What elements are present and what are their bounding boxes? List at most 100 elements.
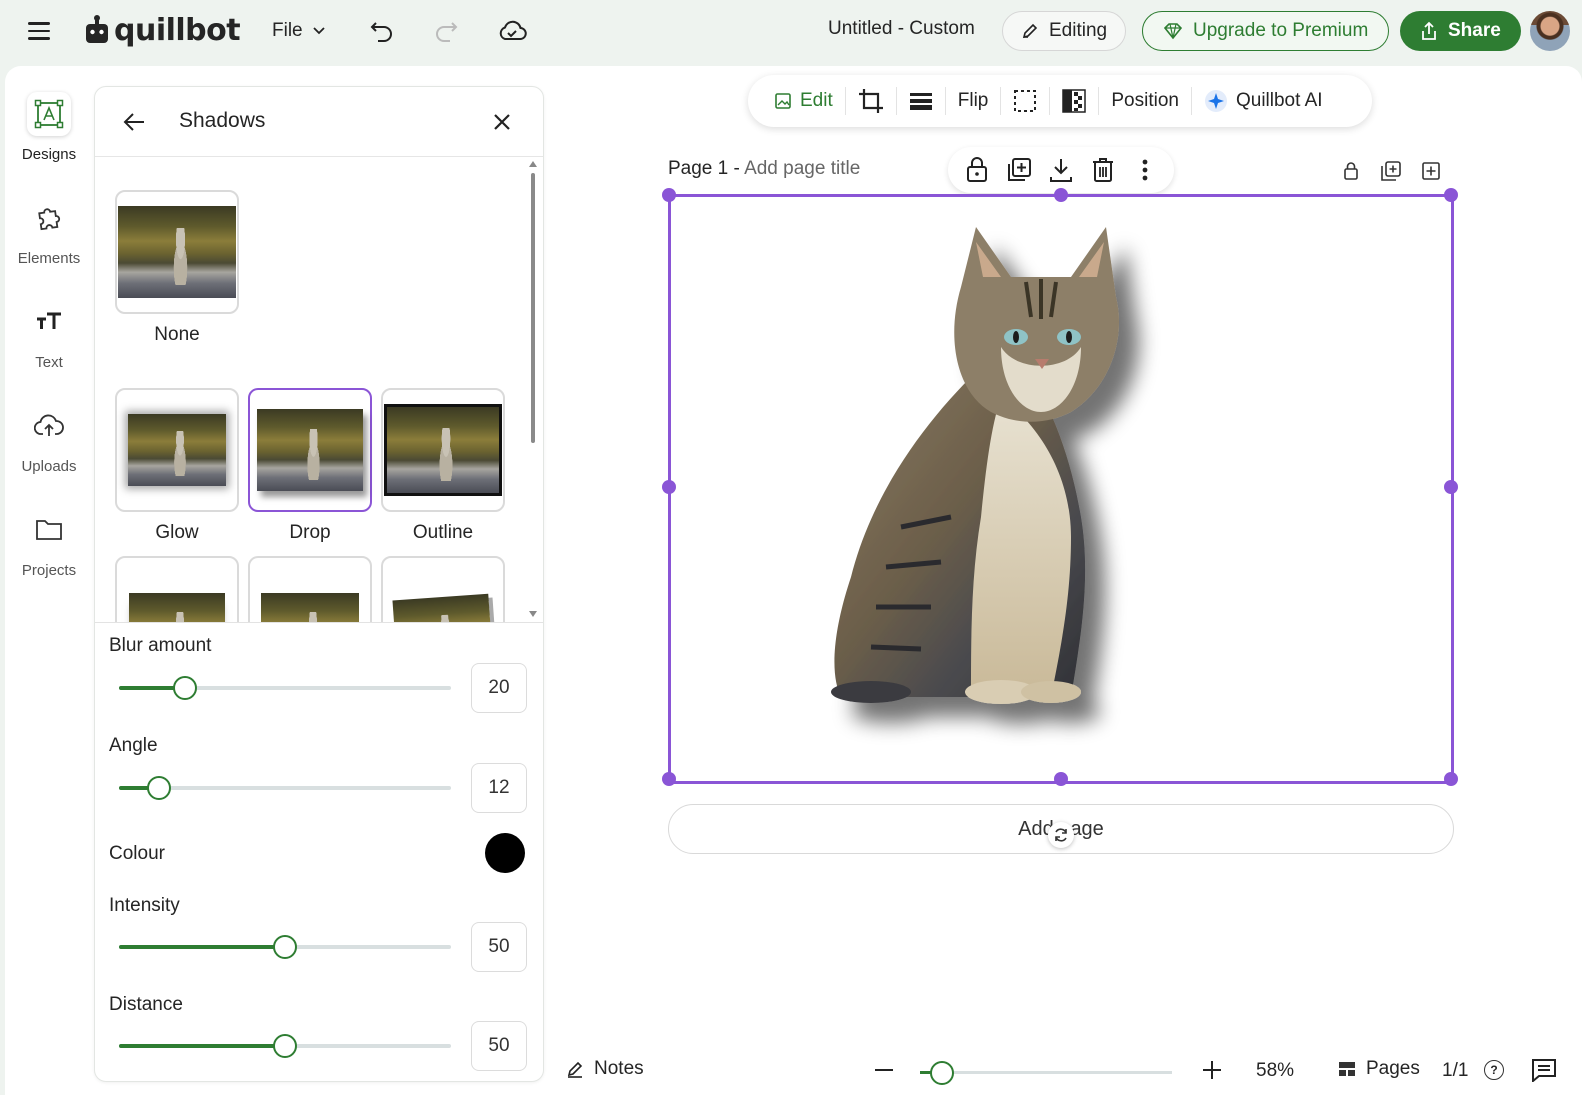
angle-slider[interactable] — [119, 775, 451, 801]
back-button[interactable] — [119, 107, 149, 137]
cat-image[interactable] — [671, 197, 1451, 781]
scroll-down-arrow[interactable] — [529, 611, 537, 617]
cloud-check-icon — [499, 20, 527, 40]
zoom-level[interactable]: 58% — [1256, 1060, 1294, 1082]
resize-handle-right[interactable] — [1444, 480, 1458, 494]
undo-button[interactable] — [364, 13, 400, 49]
resize-handle-top[interactable] — [1054, 188, 1068, 202]
scroll-up-arrow[interactable] — [529, 161, 537, 167]
slider-knob[interactable] — [147, 776, 171, 800]
preset-glow[interactable] — [115, 388, 239, 512]
rotate-handle[interactable] — [1048, 822, 1074, 848]
cloud-save-button[interactable] — [494, 13, 530, 49]
border-style-button[interactable] — [897, 83, 945, 119]
logo[interactable]: quillbot — [84, 12, 241, 48]
slider-knob[interactable] — [173, 676, 197, 700]
blur-amount-input[interactable]: 20 — [471, 663, 527, 713]
rail-item-text[interactable]: Text — [14, 300, 84, 371]
notes-button[interactable]: Notes — [566, 1058, 644, 1080]
page-count: 1/1 — [1442, 1060, 1469, 1081]
hamburger-icon[interactable] — [24, 18, 54, 44]
rail-item-designs[interactable]: Designs — [14, 92, 84, 163]
redo-button[interactable] — [428, 13, 464, 49]
distance-label: Distance — [109, 994, 183, 1015]
rail-label-designs: Designs — [21, 146, 77, 163]
close-icon — [494, 114, 510, 130]
panel-title: Shadows — [179, 109, 266, 132]
slider-knob[interactable] — [930, 1061, 954, 1085]
close-button[interactable] — [487, 107, 517, 137]
upgrade-label: Upgrade to Premium — [1193, 20, 1369, 41]
rail-item-uploads[interactable]: Uploads — [14, 404, 84, 475]
resize-handle-left[interactable] — [662, 480, 676, 494]
duplicate-page-button[interactable] — [1380, 160, 1402, 182]
zoom-slider[interactable] — [920, 1060, 1172, 1086]
duplicate-element-button[interactable] — [1002, 153, 1036, 187]
transparency-icon — [1062, 89, 1087, 113]
zoom-out-button[interactable] — [872, 1058, 896, 1082]
pages-button[interactable]: Pages — [1338, 1058, 1420, 1080]
corner-radius-button[interactable] — [1001, 83, 1049, 119]
document-title[interactable]: Untitled - Custom — [828, 18, 975, 40]
crop-button[interactable] — [846, 83, 896, 119]
zoom-in-button[interactable] — [1200, 1058, 1224, 1082]
resize-handle-bottom-left[interactable] — [662, 772, 676, 786]
share-button[interactable]: Share — [1400, 11, 1521, 51]
lock-icon — [967, 157, 987, 182]
add-page-button[interactable] — [1420, 160, 1442, 182]
blur-amount-slider[interactable] — [119, 675, 451, 701]
distance-slider[interactable] — [119, 1033, 451, 1059]
download-element-button[interactable] — [1044, 153, 1078, 187]
comments-button[interactable] — [1530, 1056, 1558, 1084]
preset-curved[interactable] — [115, 556, 239, 622]
resize-handle-bottom-right[interactable] — [1444, 772, 1458, 786]
pages-label: Pages — [1366, 1058, 1420, 1079]
preset-thumbnail — [128, 414, 226, 486]
upgrade-premium-button[interactable]: Upgrade to Premium — [1142, 11, 1390, 51]
lock-page-button[interactable] — [1340, 160, 1362, 182]
resize-handle-bottom[interactable] — [1054, 772, 1068, 786]
editing-mode-button[interactable]: Editing — [1002, 11, 1127, 51]
slider-knob[interactable] — [273, 935, 297, 959]
page-number-label: Page 1 - — [668, 158, 740, 179]
text-icon — [27, 300, 71, 344]
resize-handle-top-right[interactable] — [1444, 188, 1458, 202]
transparency-button[interactable] — [1050, 83, 1098, 119]
arrow-left-icon — [123, 113, 144, 131]
angle-input[interactable]: 12 — [471, 763, 527, 813]
flip-button[interactable]: Flip — [946, 83, 1001, 119]
position-button[interactable]: Position — [1099, 83, 1191, 119]
lock-element-button[interactable] — [960, 153, 994, 187]
slider-fill — [119, 945, 285, 949]
rail-label-elements: Elements — [17, 250, 81, 267]
duplicate-icon — [1008, 158, 1031, 181]
page-title-input[interactable]: Add page title — [744, 158, 860, 179]
shadow-presets-grid: None Glow Drop Outline — [95, 158, 543, 622]
notes-label: Notes — [594, 1058, 644, 1079]
more-options-button[interactable] — [1128, 153, 1162, 187]
preset-page-lift[interactable] — [381, 556, 505, 622]
preset-outline[interactable] — [381, 388, 505, 512]
page-canvas[interactable] — [662, 188, 1458, 786]
file-menu[interactable]: File — [272, 16, 325, 46]
preset-lifted[interactable] — [248, 556, 372, 622]
delete-element-button[interactable] — [1086, 153, 1120, 187]
slider-knob[interactable] — [273, 1034, 297, 1058]
scrollbar-thumb[interactable] — [531, 173, 535, 443]
pencil-icon — [1022, 23, 1038, 39]
avatar[interactable] — [1530, 11, 1570, 51]
intensity-input[interactable]: 50 — [471, 922, 527, 972]
preset-drop[interactable] — [248, 388, 372, 512]
distance-input[interactable]: 50 — [471, 1021, 527, 1071]
rail-item-elements[interactable]: Elements — [14, 196, 84, 267]
rail-item-projects[interactable]: Projects — [14, 508, 84, 579]
preset-none[interactable] — [115, 190, 239, 314]
help-icon[interactable]: ? — [1484, 1060, 1504, 1080]
quillbot-ai-button[interactable]: Quillbot AI — [1192, 83, 1335, 119]
resize-handle-top-left[interactable] — [662, 188, 676, 202]
intensity-slider[interactable] — [119, 934, 451, 960]
rail-label-uploads: Uploads — [21, 458, 77, 475]
share-icon — [1422, 21, 1436, 40]
colour-swatch[interactable] — [485, 833, 525, 873]
edit-image-button[interactable]: Edit — [762, 83, 845, 119]
